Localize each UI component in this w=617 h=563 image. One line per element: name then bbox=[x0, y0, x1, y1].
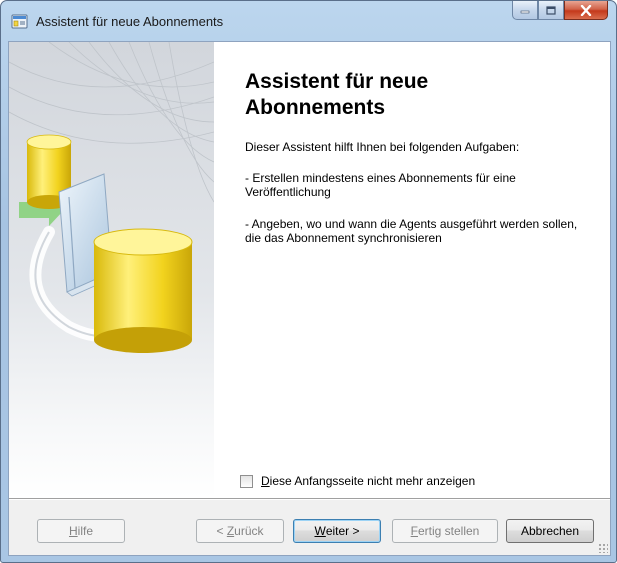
next-label: eiter > bbox=[325, 524, 360, 538]
wizard-client-area: Assistent für neue Abonnements Dieser As… bbox=[8, 41, 611, 556]
skip-welcome-label-text: iese Anfangsseite nicht mehr anzeigen bbox=[269, 474, 476, 488]
window-title: Assistent für neue Abonnements bbox=[36, 14, 224, 29]
task-item-1: - Erstellen mindestens eines Abonnements… bbox=[245, 171, 516, 199]
skip-welcome-mnemonic: D bbox=[261, 474, 270, 488]
minimize-icon bbox=[520, 10, 530, 14]
maximize-icon bbox=[546, 5, 556, 15]
button-bar: Hilfe < Zurück Weiter > Fertig stellen A… bbox=[9, 500, 610, 555]
skip-welcome-checkbox[interactable] bbox=[240, 474, 253, 488]
next-mnemonic: W bbox=[314, 524, 326, 538]
skip-welcome-checkbox-row[interactable]: Diese Anfangsseite nicht mehr anzeigen bbox=[240, 474, 475, 488]
intro-text: Dieser Assistent hilft Ihnen bei folgend… bbox=[245, 140, 520, 154]
wizard-app-icon[interactable] bbox=[11, 13, 28, 29]
close-button[interactable] bbox=[564, 1, 608, 20]
finish-button[interactable]: Fertig stellen bbox=[392, 519, 498, 543]
page-title: Assistent für neue Abonnements bbox=[245, 70, 429, 119]
next-button[interactable]: Weiter > bbox=[293, 519, 381, 543]
finish-mnemonic: F bbox=[410, 524, 418, 538]
back-button[interactable]: < Zurück bbox=[196, 519, 284, 543]
title-bar[interactable]: Assistent für neue Abonnements bbox=[1, 1, 616, 41]
finish-label: ertig stellen bbox=[417, 524, 480, 538]
cancel-button[interactable]: Abbrechen bbox=[506, 519, 594, 543]
wizard-window: Assistent für neue Abonnements Assistent… bbox=[0, 0, 617, 563]
back-prefix: < bbox=[216, 524, 227, 538]
back-mnemonic: Z bbox=[226, 524, 235, 538]
skip-welcome-label[interactable]: Diese Anfangsseite nicht mehr anzeigen bbox=[261, 474, 475, 488]
minimize-button[interactable] bbox=[512, 1, 538, 20]
help-label: ilfe bbox=[77, 524, 93, 538]
task-item-2: - Angeben, wo und wann die Agents ausgef… bbox=[245, 217, 578, 245]
close-icon bbox=[580, 4, 592, 16]
help-button[interactable]: Hilfe bbox=[37, 519, 125, 543]
resize-grip[interactable] bbox=[598, 543, 608, 553]
maximize-button[interactable] bbox=[538, 1, 564, 20]
database-replication-illustration bbox=[9, 42, 214, 498]
back-label: urück bbox=[234, 524, 264, 538]
help-mnemonic: H bbox=[68, 524, 78, 538]
caption-buttons bbox=[512, 1, 608, 23]
